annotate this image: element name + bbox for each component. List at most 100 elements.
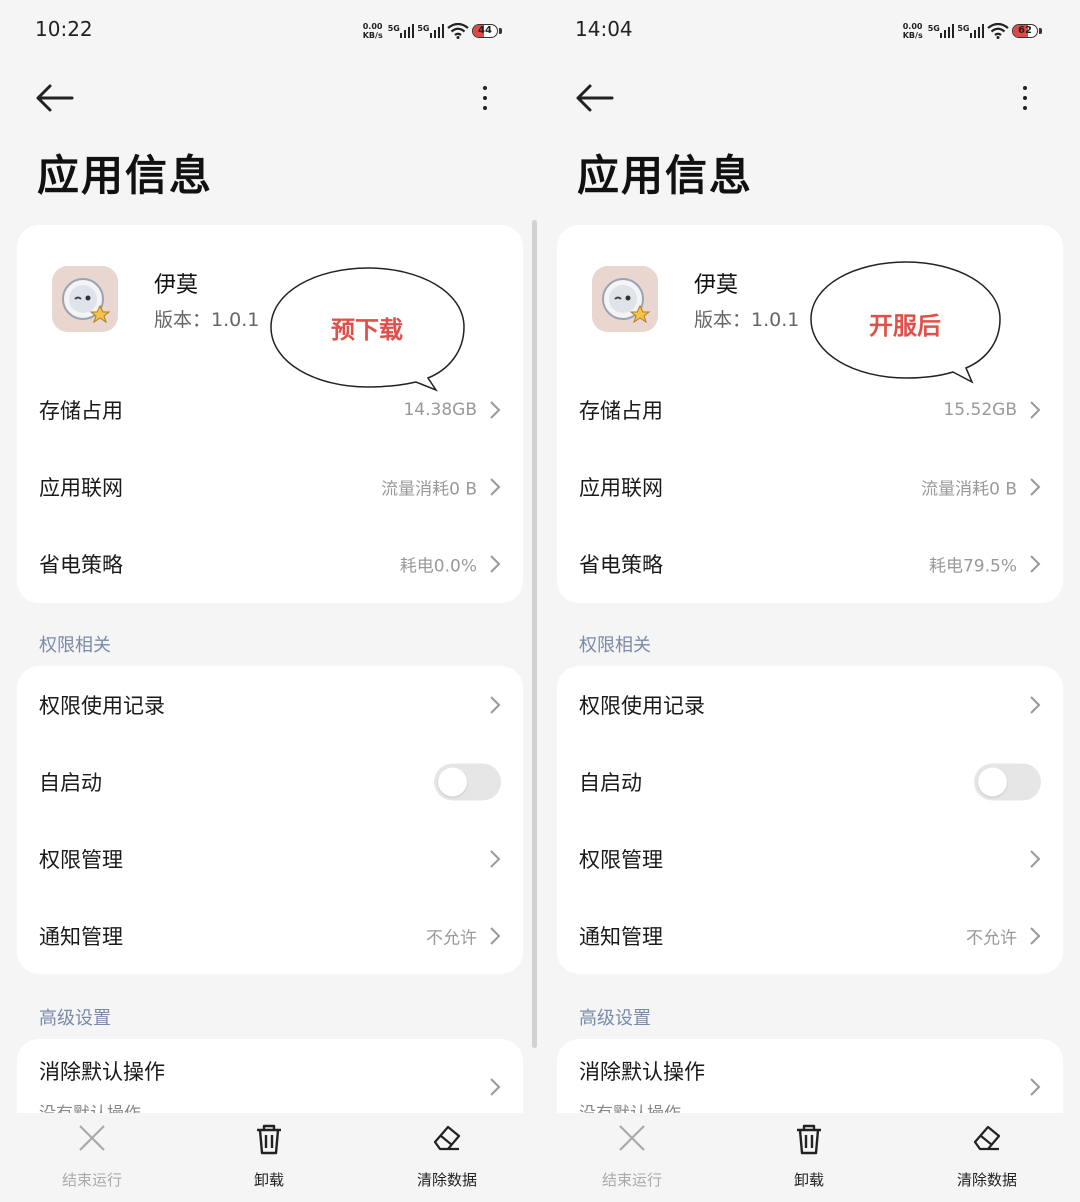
wifi-icon [987, 23, 1009, 39]
network-label: 应用联网 [39, 475, 123, 500]
app-version: 版本：1.0.1 [154, 309, 260, 331]
status-icons: 0.00 KB/s 5G 5G 44 [363, 18, 502, 44]
chevron-right-icon [490, 1078, 501, 1096]
perm-records-row[interactable]: 权限使用记录 [557, 666, 1063, 743]
network-label: 应用联网 [579, 475, 663, 500]
close-icon [619, 1125, 645, 1151]
bottom-action-bar: 结束运行 卸载 清除数据 [540, 1113, 1080, 1202]
back-arrow-icon[interactable] [574, 80, 616, 116]
section-permissions: 权限相关 [579, 635, 651, 656]
power-label: 省电策略 [39, 552, 123, 577]
app-name: 伊莫 [154, 273, 199, 298]
trash-icon [257, 1124, 281, 1155]
storage-value: 14.38GB [403, 399, 477, 420]
status-bar: 14:04 0.00 KB/s 5G 5G 62 [540, 0, 1080, 60]
perm-records-row[interactable]: 权限使用记录 [17, 666, 523, 743]
app-version: 版本：1.0.1 [694, 309, 800, 331]
section-permissions: 权限相关 [39, 635, 111, 656]
clear-data-button[interactable]: 清除数据 [932, 1123, 1042, 1193]
network-value: 流量消耗0 B [921, 479, 1017, 499]
chevron-right-icon [1030, 1078, 1041, 1096]
chevron-right-icon [490, 477, 501, 496]
uninstall-button[interactable]: 卸载 [754, 1123, 864, 1193]
app-icon [592, 266, 658, 332]
autostart-label: 自启动 [579, 770, 642, 795]
screen-after: 14:04 0.00 KB/s 5G 5G 62 应用信息 伊莫 版本：1.0.… [540, 0, 1080, 1202]
clear-defaults-label: 消除默认操作 [39, 1060, 165, 1084]
power-value: 耗电0.0% [399, 556, 477, 576]
autostart-row: 自启动 [17, 743, 523, 820]
power-row[interactable]: 省电策略 耗电0.0% [17, 525, 523, 602]
chevron-right-icon [1030, 477, 1041, 496]
force-stop-button[interactable]: 结束运行 [577, 1123, 687, 1193]
chevron-right-icon [490, 926, 501, 945]
signal-icon: 5G [928, 24, 955, 38]
chevron-right-icon [490, 400, 501, 419]
trash-icon [797, 1124, 821, 1155]
page-title: 应用信息 [577, 151, 754, 200]
autostart-label: 自启动 [39, 770, 102, 795]
back-arrow-icon[interactable] [34, 80, 76, 116]
network-row[interactable]: 应用联网 流量消耗0 B [557, 448, 1063, 525]
power-label: 省电策略 [579, 552, 663, 577]
status-bar: 10:22 0.00 KB/s 5G 5G 44 [0, 0, 540, 60]
more-options-icon[interactable] [1012, 80, 1038, 116]
bottom-action-bar: 结束运行 卸载 清除数据 [0, 1113, 540, 1202]
chevron-right-icon [490, 695, 501, 714]
more-options-icon[interactable] [472, 80, 498, 116]
storage-label: 存储占用 [39, 398, 123, 423]
chevron-right-icon [1030, 554, 1041, 573]
status-time: 10:22 [35, 17, 93, 41]
app-icon [52, 266, 118, 332]
notify-value: 不允许 [426, 928, 477, 948]
notify-row[interactable]: 通知管理 不允许 [557, 897, 1063, 974]
eraser-icon [973, 1125, 1001, 1151]
autostart-row: 自启动 [557, 743, 1063, 820]
perm-manage-label: 权限管理 [39, 847, 123, 872]
storage-label: 存储占用 [579, 398, 663, 423]
force-stop-button[interactable]: 结束运行 [37, 1123, 147, 1193]
net-speed: 0.00 KB/s [902, 22, 923, 40]
annotation-text: 预下载 [331, 316, 403, 344]
eraser-icon [433, 1125, 461, 1151]
app-name: 伊莫 [694, 273, 739, 298]
page-title: 应用信息 [37, 151, 214, 200]
permissions-card: 权限使用记录 自启动 权限管理 通知管理 不允许 [17, 666, 523, 974]
power-value: 耗电79.5% [928, 556, 1017, 576]
notify-label: 通知管理 [39, 924, 123, 949]
signal-icon: 5G [388, 24, 415, 38]
notify-label: 通知管理 [579, 924, 663, 949]
status-icons: 0.00 KB/s 5G 5G 62 [903, 18, 1042, 44]
uninstall-button[interactable]: 卸载 [214, 1123, 324, 1193]
clear-defaults-label: 消除默认操作 [579, 1060, 705, 1084]
autostart-toggle[interactable] [434, 763, 501, 800]
section-advanced: 高级设置 [579, 1008, 651, 1029]
battery-icon: 44 [472, 24, 502, 38]
chevron-right-icon [1030, 926, 1041, 945]
perm-manage-label: 权限管理 [579, 847, 663, 872]
net-speed: 0.00 KB/s [362, 22, 383, 40]
wifi-icon [447, 23, 469, 39]
scrollbar[interactable] [532, 220, 537, 1048]
perm-manage-row[interactable]: 权限管理 [557, 820, 1063, 897]
signal-icon-2: 5G [417, 24, 444, 38]
power-row[interactable]: 省电策略 耗电79.5% [557, 525, 1063, 602]
annotation-bubble: 开服后 [808, 260, 1004, 386]
screen-before: 10:22 0.00 KB/s 5G 5G 44 应用信息 伊莫 版本：1.0.… [0, 0, 540, 1202]
perm-records-label: 权限使用记录 [579, 693, 705, 718]
autostart-toggle[interactable] [974, 763, 1041, 800]
chevron-right-icon [1030, 849, 1041, 868]
status-time: 14:04 [575, 17, 633, 41]
perm-manage-row[interactable]: 权限管理 [17, 820, 523, 897]
chevron-right-icon [1030, 400, 1041, 419]
battery-icon: 62 [1012, 24, 1042, 38]
network-row[interactable]: 应用联网 流量消耗0 B [17, 448, 523, 525]
chevron-right-icon [490, 849, 501, 868]
permissions-card: 权限使用记录 自启动 权限管理 通知管理 不允许 [557, 666, 1063, 974]
close-icon [79, 1125, 105, 1151]
section-advanced: 高级设置 [39, 1008, 111, 1029]
clear-data-button[interactable]: 清除数据 [392, 1123, 502, 1193]
annotation-text: 开服后 [869, 312, 941, 340]
storage-value: 15.52GB [943, 399, 1017, 420]
notify-row[interactable]: 通知管理 不允许 [17, 897, 523, 974]
